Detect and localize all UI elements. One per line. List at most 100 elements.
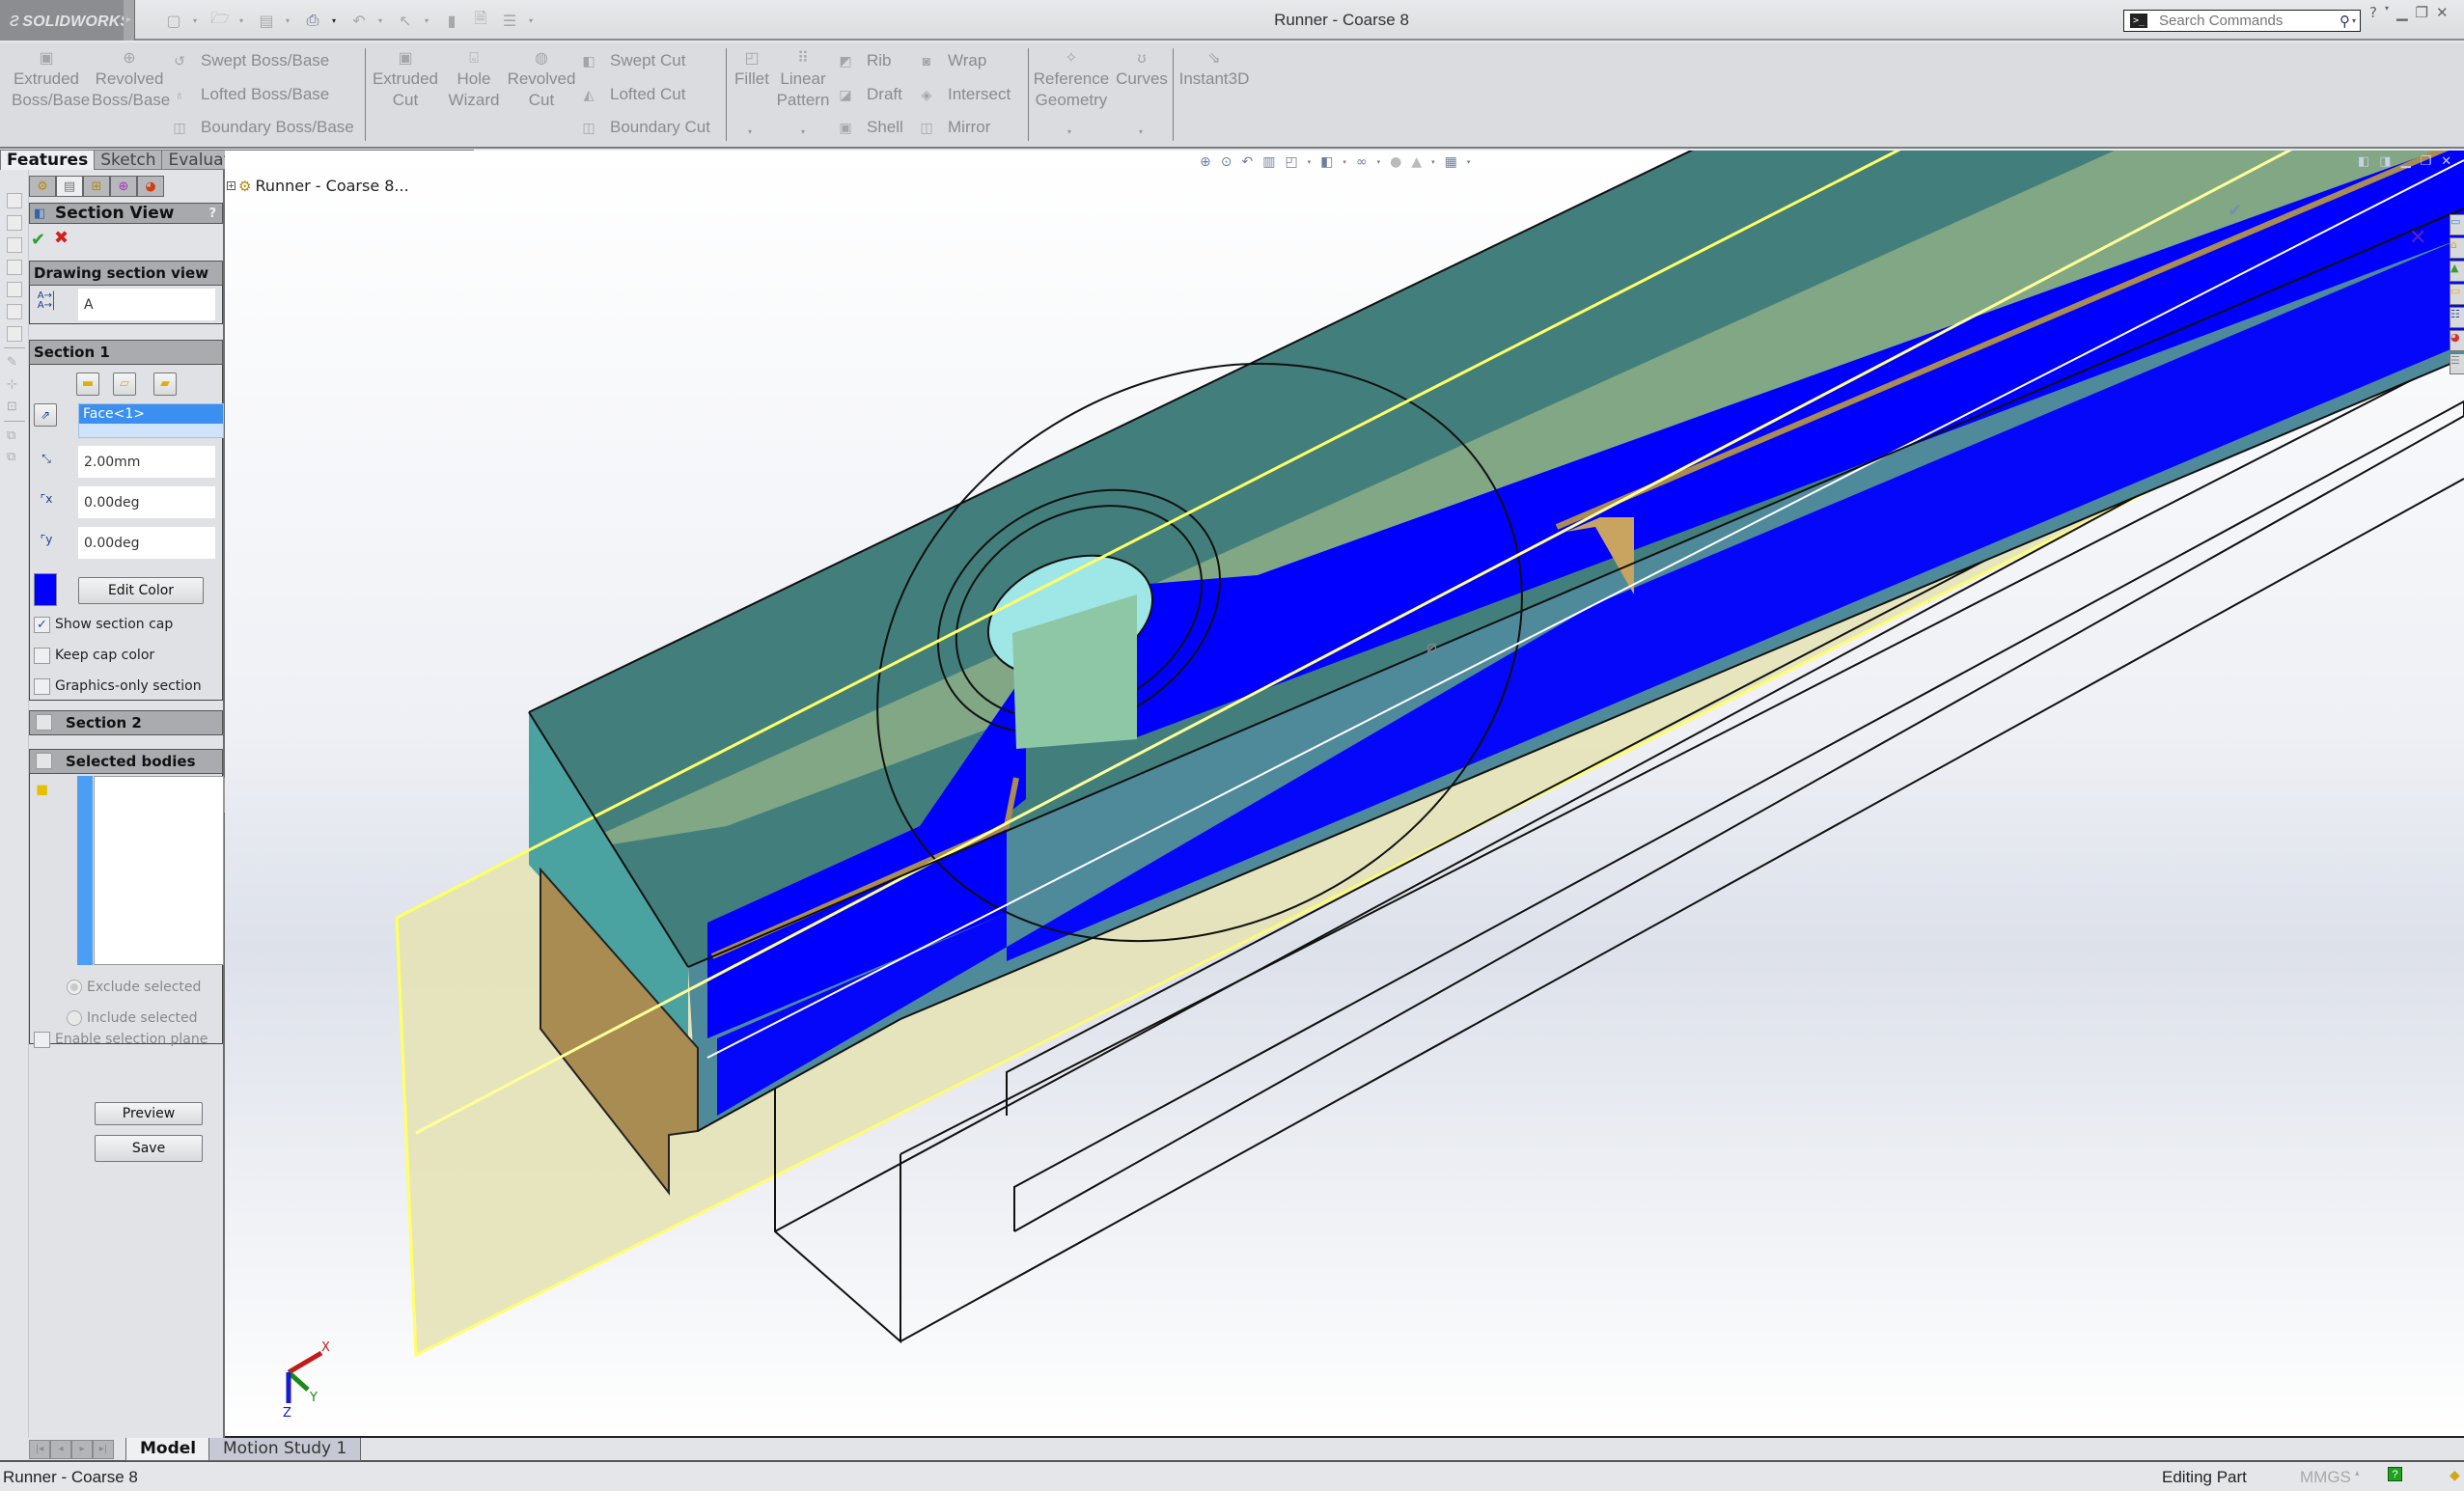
tab-sketch[interactable]: Sketch [95,150,163,170]
top-plane-button[interactable]: ▱ [113,373,136,396]
last-tab-icon[interactable]: ▸| [93,1440,114,1459]
menu-flyout-arrow[interactable]: ▸ [124,0,135,41]
fillet-dropdown[interactable]: ▾ [748,127,752,136]
previous-tab-icon[interactable]: ◂ [50,1440,71,1459]
exclude-selected-radio[interactable]: Exclude selected [67,977,201,998]
view-palette-icon[interactable]: ☷ [2450,307,2464,328]
wrap-button[interactable]: ◙ Wrap [917,49,987,72]
search-commands[interactable]: >_ ⚲ ▾ [2123,10,2361,32]
instant3d-button[interactable]: ⇘ Instant3D [1176,48,1253,90]
rotation-x-field[interactable] [78,486,215,518]
copy-icon[interactable]: ⧉ [7,428,22,444]
unit-system[interactable]: MMGS [2300,1468,2351,1487]
search-icon[interactable]: ⚲ [2339,13,2350,30]
viewport-restore-icon[interactable]: ❐ [2421,154,2432,169]
view-settings-dropdown[interactable]: ▾ [1467,158,1471,166]
extruded-boss-button[interactable]: ▣ Extruded Boss/Base [12,48,90,111]
swept-boss-button[interactable]: ↺ Swept Boss/Base [170,49,329,72]
search-input[interactable] [2157,12,2339,30]
open-icon[interactable]: 🗁 [210,9,230,31]
zoom-to-area-icon[interactable]: ⊙ [1221,154,1232,170]
confirmation-corner-cancel-icon[interactable]: ✕ [2409,226,2426,250]
back-view-icon[interactable] [7,215,22,231]
split-right-icon[interactable]: ◨ [2379,154,2391,169]
open-dropdown[interactable]: ▾ [239,16,247,25]
edit-appearance-icon[interactable]: ● [1390,154,1401,170]
file-properties-icon[interactable]: 🗎 [471,9,490,31]
hide-show-items-icon[interactable]: ∞ [1356,154,1368,170]
model-view[interactable]: ⌀ [225,151,2464,1438]
front-plane-button[interactable]: ▬ [76,373,99,396]
solidworks-logo[interactable]: ƨ SOLIDWORKS [0,0,130,41]
help-button[interactable]: ? [208,207,216,221]
close-icon[interactable]: ✕ [2436,4,2449,21]
viewport-close-icon[interactable]: ✕ [2441,154,2451,169]
rebuild-icon[interactable]: ▮ [442,10,461,31]
linear-pattern-button[interactable]: ⠿ Linear Pattern [774,48,832,111]
first-tab-icon[interactable]: |◂ [29,1440,50,1459]
expand-icon[interactable]: + [227,181,235,190]
lofted-cut-button[interactable]: ◭ Lofted Cut [579,83,686,106]
reference-selection-item[interactable]: Face<1> [79,404,223,424]
draft-button[interactable]: ◪ Draft [836,83,901,106]
top-view-icon[interactable] [7,282,22,297]
offset-distance-field[interactable] [78,446,215,478]
reverse-direction-button[interactable]: ⇗ [34,403,57,427]
view-orientation-icon[interactable]: ◰ [1285,154,1297,170]
reference-geometry-button[interactable]: ✧ Reference Geometry [1031,48,1112,111]
drawing-section-view-header[interactable]: Drawing section view [29,261,223,286]
new-dropdown[interactable]: ▾ [193,16,201,25]
display-manager-tab-icon[interactable]: ◕ [137,176,164,197]
paste-icon[interactable]: ⧉ [7,450,22,465]
custom-properties-icon[interactable]: ☰ [2450,353,2464,374]
intersect-button[interactable]: ◈ Intersect [917,83,1011,106]
convert-entities-icon[interactable]: ⊡ [7,400,22,415]
save-button[interactable]: Save [95,1135,203,1162]
configuration-manager-tab-icon[interactable]: ⊞ [83,176,110,197]
options-icon[interactable]: ☰ [500,10,519,31]
options-dropdown[interactable]: ▾ [529,16,537,25]
select-icon[interactable]: ↖ [396,10,415,31]
swept-cut-button[interactable]: ◧ Swept Cut [579,49,685,72]
left-view-icon[interactable] [7,237,22,253]
ok-button[interactable]: ✔ [31,230,45,250]
dimxpert-manager-tab-icon[interactable]: ⊕ [110,176,137,197]
revolved-boss-button[interactable]: ⊕ Revolved Boss/Base [92,48,170,111]
restore-icon[interactable]: ❐ [2416,4,2428,21]
feature-manager-tab-icon[interactable]: ⚙ [29,176,56,197]
section-1-header[interactable]: Section 1 [29,340,223,365]
section-2-header[interactable]: Section 2 [29,710,223,735]
property-manager-tab-icon[interactable]: ▤ [56,176,83,197]
reference-geometry-dropdown[interactable]: ▾ [1067,127,1071,136]
search-dropdown[interactable]: ▾ [2352,16,2356,25]
split-left-icon[interactable]: ◧ [2358,154,2369,169]
bottom-view-icon[interactable] [7,304,22,319]
file-explorer-icon[interactable]: ▭ [2450,284,2464,305]
boundary-boss-button[interactable]: ◫ Boundary Boss/Base [170,116,353,139]
appearances-icon[interactable]: ◕ [2450,330,2464,351]
save-dropdown[interactable]: ▾ [286,16,293,25]
rib-button[interactable]: ◩ Rib [836,49,891,72]
undo-dropdown[interactable]: ▾ [378,16,386,25]
curves-button[interactable]: ʊ Curves [1115,48,1169,90]
section-2-checkbox[interactable] [36,713,52,731]
selected-bodies-list[interactable] [94,776,224,965]
front-view-icon[interactable] [7,193,22,208]
enable-selection-plane-checkbox[interactable]: Enable selection plane [34,1029,208,1050]
linear-pattern-dropdown[interactable]: ▾ [801,127,805,136]
revolved-cut-button[interactable]: ◍ Revolved Cut [506,48,577,111]
extruded-cut-button[interactable]: ▣ Extruded Cut [369,48,442,111]
confirmation-corner-ok-icon[interactable]: ✔ [2228,201,2242,221]
right-view-icon[interactable] [7,260,22,275]
home-icon[interactable]: ⌂ [2450,237,2464,259]
graphics-only-section-checkbox[interactable]: Graphics-only section [34,676,202,697]
tab-features[interactable]: Features [0,150,96,170]
fillet-button[interactable]: ◰ Fillet [730,48,774,90]
boundary-cut-button[interactable]: ◫ Boundary Cut [579,116,710,139]
keep-cap-color-checkbox[interactable]: Keep cap color [34,645,154,666]
rotation-y-field[interactable] [78,527,215,559]
quick-tips-icon[interactable]: ? [2388,1467,2402,1481]
display-style-icon[interactable]: ◧ [1320,154,1333,170]
section-view-toggle-icon[interactable]: ▥ [1262,154,1275,170]
isometric-view-icon[interactable] [7,326,22,342]
